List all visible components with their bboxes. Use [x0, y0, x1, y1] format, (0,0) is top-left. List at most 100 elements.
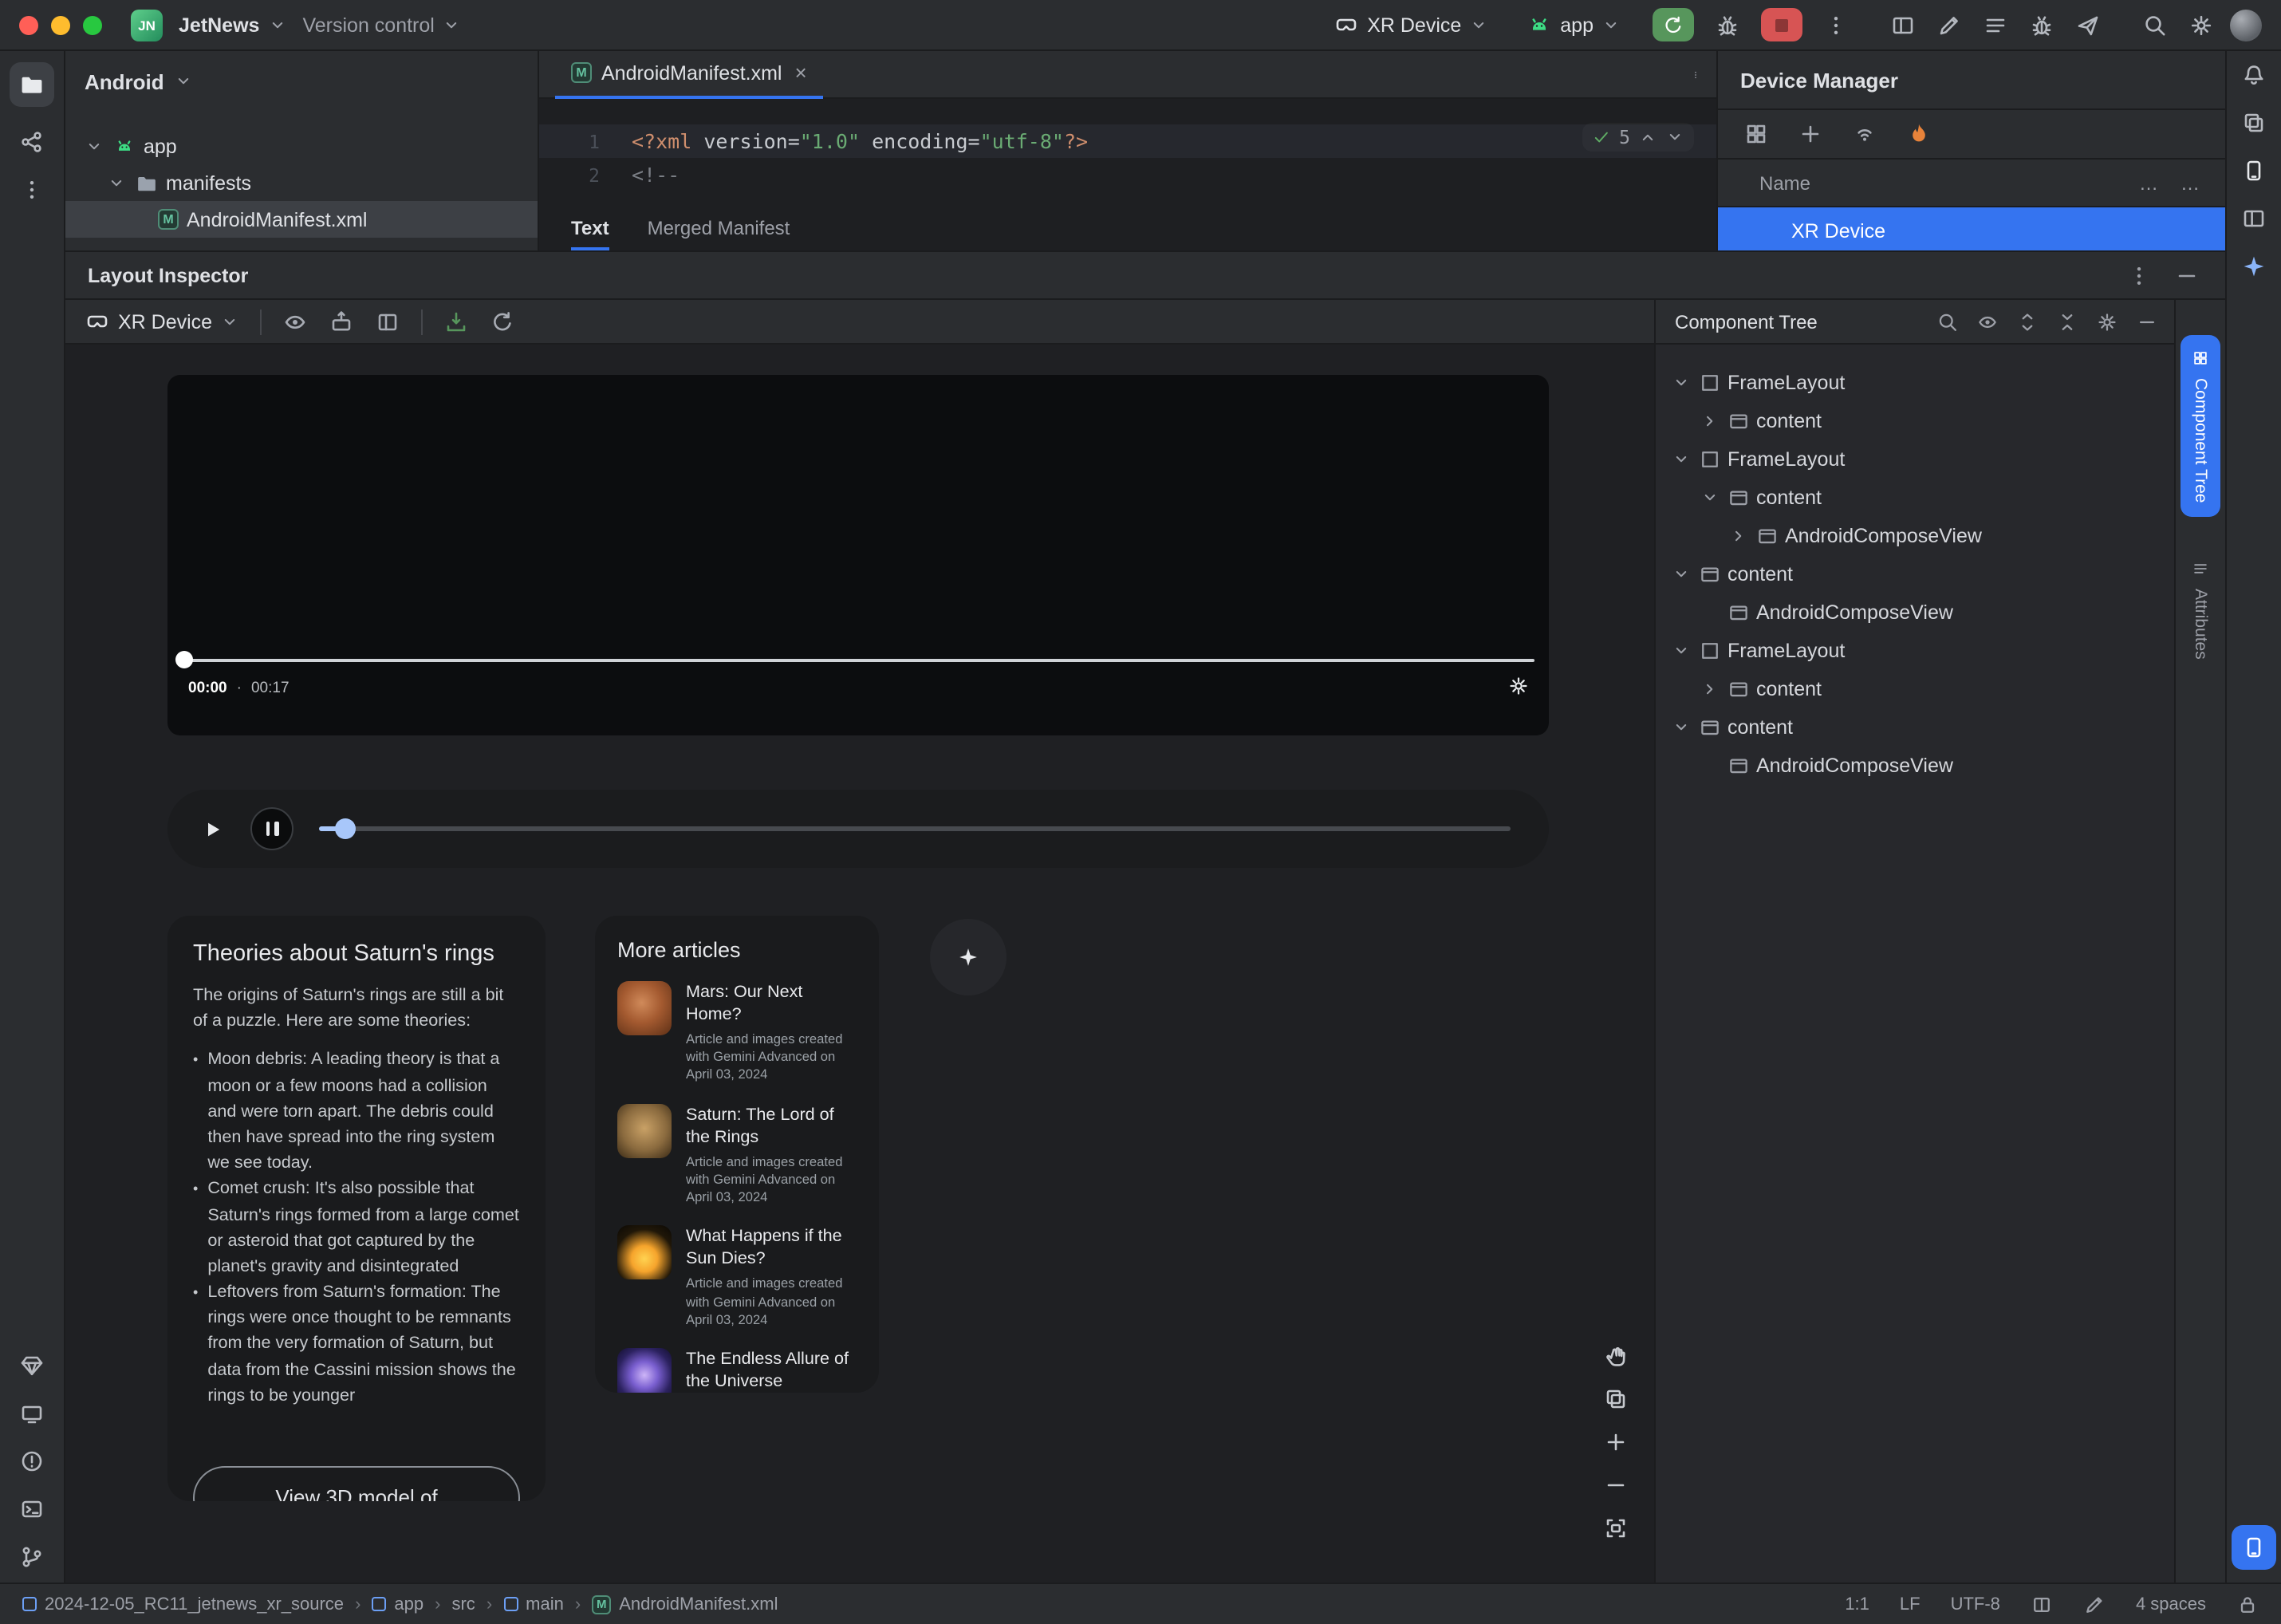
breadcrumb-item[interactable]: src — [451, 1594, 475, 1614]
pause-button[interactable] — [250, 807, 293, 850]
layout-inspector-tool-button[interactable] — [2232, 1525, 2276, 1570]
debug-icon[interactable] — [1715, 12, 1740, 37]
tab-attributes[interactable]: Attributes — [2191, 546, 2210, 674]
chevron-down-icon[interactable] — [1697, 488, 1721, 507]
more-tool-windows-icon[interactable] — [19, 177, 45, 203]
component-tree-item[interactable]: content — [1656, 555, 2174, 593]
snapshot-icon[interactable] — [329, 309, 354, 334]
chevron-down-icon[interactable] — [1668, 565, 1692, 584]
article-list-item[interactable]: The Endless Allure of the UniverseArticl… — [617, 1347, 857, 1393]
hide-panel-icon[interactable] — [2174, 262, 2200, 288]
component-tree-item[interactable]: FrameLayout — [1656, 632, 2174, 670]
collapse-all-icon[interactable] — [2056, 310, 2078, 333]
chevron-down-icon[interactable] — [1668, 718, 1692, 737]
more-actions-icon[interactable] — [1823, 12, 1849, 37]
minimize-window-button[interactable] — [51, 15, 70, 34]
video-playhead[interactable] — [175, 651, 193, 668]
editor-line[interactable]: 2 <!-- — [539, 158, 1716, 191]
line-separator[interactable]: LF — [1900, 1594, 1921, 1614]
breadcrumb-item[interactable]: app — [372, 1594, 424, 1614]
device-explorer-icon[interactable] — [2241, 206, 2267, 231]
article-list-item[interactable]: Mars: Our Next Home? Article and images c… — [617, 981, 857, 1084]
editor-layout-icon[interactable] — [1890, 12, 1916, 37]
search-icon[interactable] — [1936, 310, 1959, 333]
editor-options-icon[interactable] — [1691, 61, 1716, 87]
component-tree-item[interactable]: content — [1656, 708, 2174, 747]
video-player[interactable]: 00:00 · 00:17 — [167, 375, 1549, 735]
gradle-icon[interactable] — [2241, 110, 2267, 136]
close-window-button[interactable] — [19, 15, 38, 34]
prev-problem-icon[interactable] — [1638, 128, 1657, 147]
component-tree-item[interactable]: FrameLayout — [1656, 364, 2174, 402]
component-tree-item[interactable]: FrameLayout — [1656, 440, 2174, 479]
chevron-down-icon[interactable] — [1668, 450, 1692, 469]
inspector-canvas[interactable]: 00:00 · 00:17 Theories about Saturn's ri… — [65, 345, 1654, 1583]
breadcrumb-item[interactable]: main — [503, 1594, 564, 1614]
inspector-device-selector[interactable]: XR Device — [85, 309, 239, 334]
view-tab-text[interactable]: Text — [571, 207, 609, 250]
lock-icon[interactable] — [2236, 1593, 2259, 1615]
component-tree-item[interactable]: AndroidComposeView — [1656, 593, 2174, 632]
group-devices-icon[interactable] — [1743, 121, 1769, 147]
version-control-icon[interactable] — [19, 1544, 45, 1570]
chevron-down-icon[interactable] — [1668, 373, 1692, 392]
rerun-button[interactable] — [1653, 8, 1694, 41]
bug-report-icon[interactable] — [2029, 12, 2054, 37]
video-progress-bar[interactable] — [182, 659, 1534, 662]
view-tab-merged-manifest[interactable]: Merged Manifest — [648, 207, 790, 250]
chevron-right-icon[interactable] — [1697, 680, 1721, 699]
indent-setting[interactable]: 4 spaces — [2136, 1594, 2206, 1614]
view-3d-model-button[interactable]: View 3D model of — [193, 1466, 520, 1501]
send-feedback-icon[interactable] — [2075, 12, 2101, 37]
view-options-icon[interactable] — [282, 309, 308, 334]
component-tree-item[interactable]: content — [1656, 670, 2174, 708]
chevron-down-icon[interactable] — [104, 173, 128, 192]
chevron-down-icon[interactable] — [1668, 641, 1692, 660]
component-tree-item[interactable]: content — [1656, 402, 2174, 440]
video-settings-icon[interactable] — [1507, 675, 1530, 697]
expand-all-icon[interactable] — [2016, 310, 2039, 333]
app-quality-insights-icon[interactable] — [19, 1353, 45, 1378]
compose-icon[interactable] — [1936, 12, 1962, 37]
chevron-down-icon[interactable] — [81, 136, 105, 156]
problems-icon[interactable] — [19, 1449, 45, 1474]
editor-line[interactable]: 1 <?xml version="1.0" encoding="utf-8"?> — [539, 124, 1716, 158]
slider-knob[interactable] — [335, 818, 356, 839]
todo-list-icon[interactable] — [1983, 12, 2008, 37]
reader-mode-icon[interactable] — [2031, 1593, 2053, 1615]
search-everywhere-icon[interactable] — [2142, 12, 2168, 37]
firebase-icon[interactable] — [1906, 121, 1932, 147]
caret-position[interactable]: 1:1 — [1845, 1594, 1869, 1614]
export-snapshot-icon[interactable] — [443, 309, 469, 334]
project-tree-item[interactable]: app — [65, 128, 538, 164]
highlight-icon[interactable] — [2083, 1593, 2106, 1615]
next-problem-icon[interactable] — [1665, 128, 1684, 147]
project-view-selector[interactable]: Android — [65, 51, 538, 112]
zoom-out-icon[interactable] — [1603, 1472, 1629, 1498]
zoom-to-fit-icon[interactable] — [1603, 1516, 1629, 1541]
project-menu[interactable]: JetNews — [179, 14, 286, 36]
zoom-in-icon[interactable] — [1603, 1429, 1629, 1455]
tab-component-tree[interactable]: Component Tree — [2181, 335, 2220, 518]
project-tree-item[interactable]: M AndroidManifest.xml — [65, 201, 538, 238]
settings-icon[interactable] — [2188, 12, 2214, 37]
device-row-selected[interactable]: XR Device — [1718, 207, 2225, 250]
3d-mode-icon[interactable] — [1603, 1386, 1629, 1412]
vcs-menu[interactable]: Version control — [302, 14, 461, 36]
article-list-item[interactable]: What Happens if the Sun Dies? Article and… — [617, 1225, 857, 1329]
run-configuration-selector[interactable]: app — [1527, 12, 1621, 37]
seek-slider[interactable] — [319, 818, 1511, 839]
tree-settings-icon[interactable] — [2096, 310, 2118, 333]
gemini-icon[interactable] — [2241, 254, 2267, 279]
spatial-mode-button[interactable] — [930, 919, 1007, 995]
component-tree-item[interactable]: AndroidComposeView — [1656, 747, 2174, 785]
breadcrumb-item[interactable]: M AndroidManifest.xml — [592, 1594, 778, 1614]
close-tab-icon[interactable]: × — [795, 61, 807, 85]
device-manager-icon[interactable] — [2241, 158, 2267, 183]
chevron-right-icon[interactable] — [1726, 526, 1750, 546]
breadcrumb-item[interactable]: 2024-12-05_RC11_jetnews_xr_source — [22, 1594, 344, 1614]
pair-wifi-icon[interactable] — [1852, 121, 1877, 147]
refresh-icon[interactable] — [490, 309, 515, 334]
article-list-item[interactable]: Saturn: The Lord of the Rings Article and… — [617, 1103, 857, 1206]
code-editor[interactable]: 1 <?xml version="1.0" encoding="utf-8"?> 2… — [539, 99, 1716, 207]
